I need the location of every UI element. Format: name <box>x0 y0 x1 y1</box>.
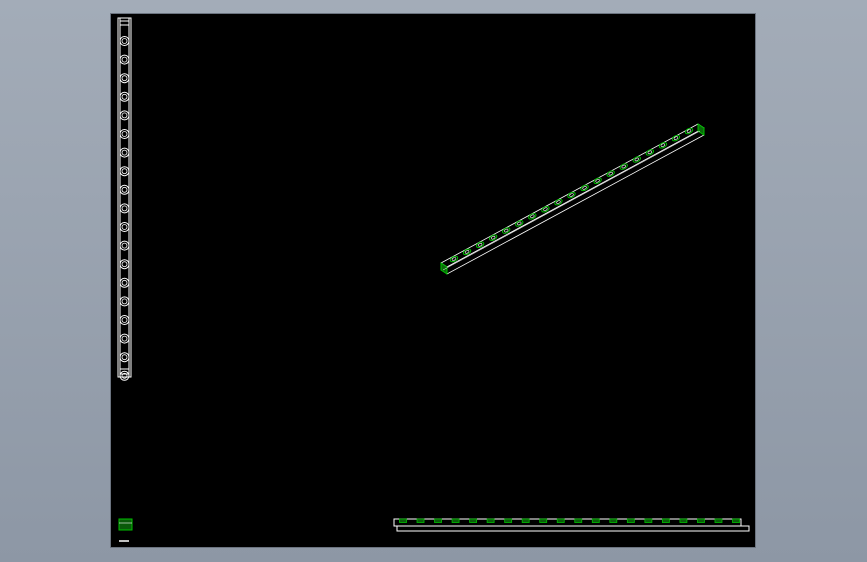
front-hole-inner <box>121 317 128 323</box>
front-hole-outer <box>119 240 130 251</box>
side-hole-mark <box>434 518 442 523</box>
side-hole-mark <box>469 518 478 523</box>
front-hole-outer <box>119 129 130 139</box>
rail-side-segments <box>399 518 740 523</box>
side-hole-mark <box>714 518 723 523</box>
rail-front-view <box>117 17 132 381</box>
front-hole-outer <box>119 36 130 46</box>
front-hole-outer <box>119 352 130 363</box>
front-hole-inner <box>121 186 128 193</box>
front-hole-inner <box>121 261 128 268</box>
side-hole-mark <box>661 518 670 523</box>
front-hole-outer <box>119 333 130 344</box>
front-hole-inner <box>121 279 128 286</box>
front-hole-outer <box>119 166 130 177</box>
front-hole-outer <box>119 315 130 325</box>
side-hole-mark <box>504 518 513 523</box>
rail-side-view <box>393 518 750 532</box>
side-hole-mark <box>521 518 530 523</box>
side-hole-mark <box>416 518 425 523</box>
front-hole-inner <box>121 93 128 100</box>
side-hole-mark <box>609 518 618 523</box>
rail-end-view <box>118 518 133 542</box>
front-hole-outer <box>119 203 130 214</box>
rail-side-base <box>396 525 750 532</box>
cad-drawing-canvas <box>117 17 750 542</box>
side-hole-mark <box>591 518 600 523</box>
front-hole-outer <box>119 222 130 232</box>
front-hole-outer <box>119 91 130 102</box>
front-hole-inner <box>121 354 128 361</box>
side-hole-mark <box>539 518 548 523</box>
front-hole-inner <box>121 75 128 82</box>
front-hole-outer <box>119 277 130 288</box>
front-hole-inner <box>121 56 128 63</box>
side-hole-mark <box>697 518 705 523</box>
front-hole-inner <box>121 168 128 175</box>
rail-front-end-cap-top <box>119 20 130 26</box>
side-hole-mark <box>486 518 495 523</box>
side-hole-mark <box>556 518 565 523</box>
front-hole-inner <box>121 335 128 342</box>
side-hole-mark <box>679 518 688 523</box>
front-hole-outer <box>119 259 130 270</box>
front-hole-inner <box>121 38 128 44</box>
front-hole-inner <box>121 131 128 137</box>
front-hole-inner <box>121 149 128 156</box>
front-hole-inner <box>121 205 128 212</box>
rail-isometric-view <box>440 123 705 275</box>
side-hole-mark <box>399 518 407 523</box>
side-hole-mark <box>574 518 583 523</box>
front-hole-outer <box>119 184 130 195</box>
front-hole-inner <box>121 298 128 305</box>
front-hole-inner <box>121 112 128 119</box>
front-hole-inner <box>121 224 128 230</box>
front-hole-inner <box>121 242 128 249</box>
side-hole-mark <box>732 518 740 523</box>
front-hole-outer <box>119 73 130 84</box>
rail-side-outline <box>393 518 742 527</box>
front-hole-outer <box>119 370 130 381</box>
side-hole-mark <box>644 518 653 523</box>
rail-front-holes <box>119 36 130 381</box>
rail-iso-lower-edge <box>442 130 701 271</box>
side-hole-mark <box>626 518 635 523</box>
front-hole-outer <box>119 147 130 158</box>
side-hole-mark <box>451 518 460 523</box>
drawing-viewport[interactable] <box>110 13 756 548</box>
front-hole-outer <box>119 54 130 65</box>
rail-end-profile <box>118 518 133 531</box>
front-hole-outer <box>119 110 130 121</box>
front-hole-outer <box>119 296 130 307</box>
